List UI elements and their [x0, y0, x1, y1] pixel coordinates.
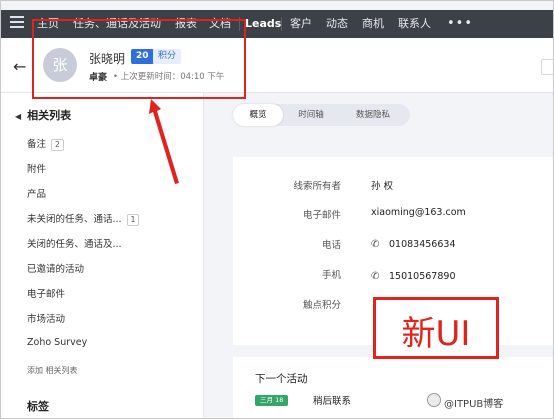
field-value-phone: 01083456634: [389, 239, 456, 250]
related-list-title[interactable]: ◀ 相关列表: [15, 107, 71, 123]
nav-item-accounts[interactable]: 客户: [290, 10, 312, 38]
watermark-logo-icon: [427, 393, 441, 407]
header-action-button[interactable]: [541, 59, 553, 75]
tags-title: 标签: [27, 400, 49, 413]
phone-icon: ✆: [371, 239, 380, 250]
next-activity-card: 下一个活动 三月 18 稍后联系: [233, 357, 553, 418]
app-window: 主页 任务、通话及活动 报表 文档 Leads 客户 动态 商机 联系人 •••…: [0, 0, 554, 419]
sidebar-item-invited-events[interactable]: 已邀请的活动: [27, 261, 84, 275]
activity-date-badge: 三月 18: [255, 395, 289, 406]
next-activity-title: 下一个活动: [255, 373, 308, 385]
count-badge: 2: [51, 139, 64, 151]
caret-left-icon: ◀: [15, 112, 22, 121]
new-ui-text: 新UI: [401, 314, 471, 354]
sidebar-item-campaigns[interactable]: 市场活动: [27, 311, 65, 325]
watermark-text: @ITPUB博客: [444, 399, 504, 410]
field-label-owner: 线索所有者: [293, 181, 341, 192]
sidebar-item-zoho-survey[interactable]: Zoho Survey: [27, 337, 87, 348]
field-value-mobile: 15010567890: [389, 271, 456, 282]
count-badge: 1: [126, 214, 140, 226]
field-label-mobile: 手机: [321, 270, 341, 281]
field-mobile[interactable]: ✆ 15010567890: [371, 271, 456, 282]
pointer-arrow-icon: [149, 99, 179, 184]
tab-data-privacy[interactable]: 数据隐私: [341, 104, 405, 126]
sidebar-item-products[interactable]: 产品: [27, 186, 46, 200]
phone-icon: ✆: [371, 271, 380, 282]
sidebar-item-label: 未关闭的任务、通话...: [27, 214, 122, 225]
hamburger-menu-icon[interactable]: [10, 16, 24, 30]
new-ui-annotation: 新UI: [373, 297, 499, 359]
sidebar-item-open-activities[interactable]: 未关闭的任务、通话... 1: [27, 211, 140, 226]
tab-timeline[interactable]: 时间轴: [285, 104, 337, 126]
related-list-title-text: 相关列表: [27, 109, 72, 122]
record-tabs: 概览 时间轴 数据隐私: [233, 104, 410, 126]
back-arrow-icon[interactable]: ←: [13, 57, 26, 76]
field-label-phone: 电话: [321, 240, 341, 251]
field-phone[interactable]: ✆ 01083456634: [371, 239, 456, 250]
sidebar-item-emails[interactable]: 电子邮件: [27, 286, 65, 300]
nav-item-feeds[interactable]: 动态: [326, 10, 348, 38]
nav-item-deals[interactable]: 商机: [362, 10, 384, 38]
sidebar-item-label: 备注: [27, 139, 47, 150]
nav-divider: [281, 17, 282, 31]
add-related-list-link[interactable]: 添加 相关列表: [27, 365, 78, 376]
nav-item-leads[interactable]: Leads: [245, 10, 281, 38]
field-label-touch-score: 触点积分: [302, 300, 341, 311]
sidebar-item-closed-activities[interactable]: 关闭的任务、通话及...: [27, 236, 122, 250]
highlight-annotation-box: [32, 19, 246, 99]
sidebar-item-attachments[interactable]: 附件: [27, 161, 46, 175]
field-value-owner[interactable]: 孙 权: [371, 178, 393, 192]
activity-name[interactable]: 稍后联系: [313, 393, 351, 407]
more-menu-icon[interactable]: •••: [447, 10, 473, 38]
field-label-email: 电子邮件: [302, 210, 341, 221]
nav-item-contacts[interactable]: 联系人: [398, 10, 431, 38]
sidebar-item-notes[interactable]: 备注 2: [27, 136, 64, 151]
tab-overview[interactable]: 概览: [233, 104, 283, 126]
field-value-email[interactable]: xiaoming@163.com: [371, 207, 466, 218]
